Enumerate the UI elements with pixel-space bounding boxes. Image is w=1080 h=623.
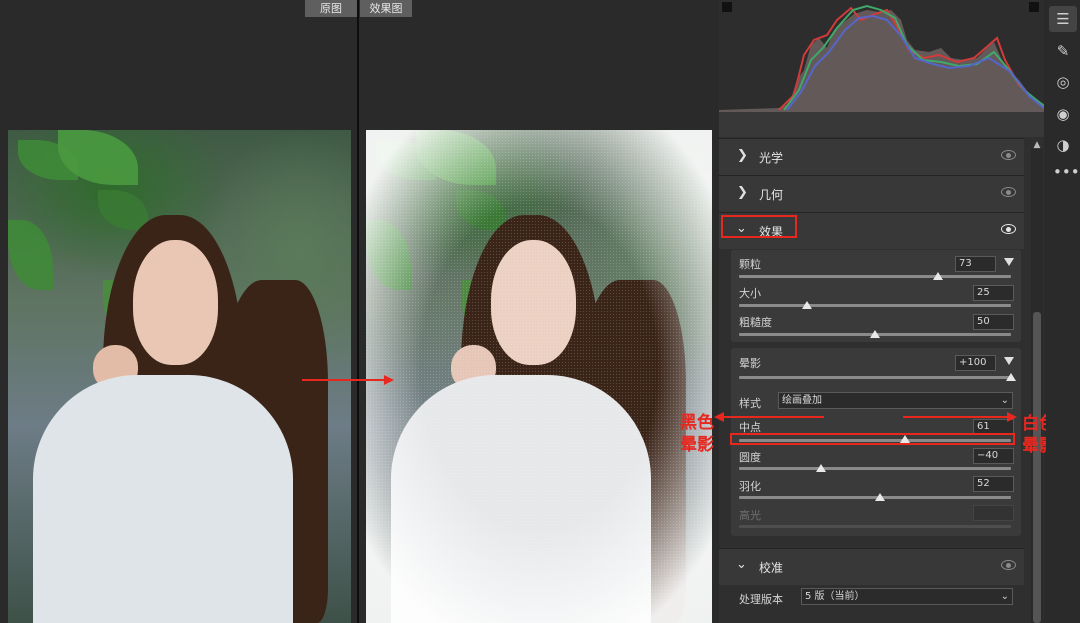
process-version-select[interactable]: 5 版（当前） ⌄ bbox=[801, 588, 1013, 605]
presets-icon[interactable]: ◑ bbox=[1053, 135, 1073, 155]
chevron-down-icon: ⌄ bbox=[736, 557, 747, 572]
grain-amount-value[interactable]: 73 bbox=[955, 256, 996, 272]
eye-icon[interactable] bbox=[1001, 224, 1016, 234]
vignette-style-select[interactable]: 绘画叠加 ⌄ bbox=[778, 392, 1013, 409]
section-optics[interactable]: ❯ 光学 bbox=[719, 138, 1024, 175]
panel-scrollbar-thumb[interactable] bbox=[1033, 312, 1041, 623]
grain-amount-label: 颗粒 bbox=[739, 258, 761, 271]
histogram bbox=[719, 0, 1044, 112]
chevron-down-icon: ⌄ bbox=[1000, 591, 1009, 602]
section-optics-label: 光学 bbox=[759, 151, 784, 165]
red-eye-icon[interactable]: ◉ bbox=[1053, 104, 1073, 124]
vignette-roundness-value[interactable]: −40 bbox=[973, 448, 1014, 464]
grain-size-label: 大小 bbox=[739, 287, 761, 300]
section-geometry-label: 几何 bbox=[759, 188, 784, 202]
white-vignette-arrow bbox=[903, 412, 1017, 422]
process-version-value: 5 版（当前） bbox=[805, 591, 865, 602]
eye-icon[interactable] bbox=[1001, 560, 1016, 570]
eye-icon[interactable] bbox=[1001, 187, 1016, 197]
compare-divider[interactable] bbox=[357, 0, 359, 623]
vignette-amount-value[interactable]: +100 bbox=[955, 355, 996, 371]
eye-icon[interactable] bbox=[1001, 150, 1016, 160]
black-vignette-arrow bbox=[714, 412, 824, 422]
more-icon[interactable]: ••• bbox=[1053, 162, 1080, 182]
grain-roughness-thumb[interactable] bbox=[870, 330, 880, 338]
grain-roughness-value[interactable]: 50 bbox=[973, 314, 1014, 330]
chevron-right-icon: ❯ bbox=[737, 185, 748, 200]
vignette-style-value: 绘画叠加 bbox=[782, 395, 822, 406]
process-version-label: 处理版本 bbox=[739, 593, 783, 606]
shadow-clipping-icon[interactable] bbox=[722, 2, 732, 12]
grain-roughness-label: 粗糙度 bbox=[739, 316, 772, 329]
grain-amount-thumb[interactable] bbox=[932, 272, 943, 280]
vignette-highlights-value bbox=[973, 505, 1014, 521]
mask-icon[interactable]: ◎ bbox=[1053, 72, 1073, 92]
grain-expand-icon[interactable] bbox=[1004, 258, 1014, 266]
section-calibration-label: 校准 bbox=[759, 561, 784, 575]
vignette-feather-value[interactable]: 52 bbox=[973, 476, 1014, 492]
effect-photo bbox=[366, 130, 712, 623]
vignette-amount-slider[interactable] bbox=[739, 376, 1011, 379]
sliders-icon[interactable]: ☰ bbox=[1053, 9, 1073, 29]
grain-size-thumb[interactable] bbox=[802, 301, 812, 309]
vignette-roundness-label: 圆度 bbox=[739, 451, 761, 464]
vignette-style-label: 样式 bbox=[739, 397, 761, 410]
highlight-clipping-icon[interactable] bbox=[1029, 2, 1039, 12]
black-vignette-annotation: 黑色 晕影 bbox=[680, 413, 714, 455]
vignette-feather-label: 羽化 bbox=[739, 480, 761, 493]
vignette-highlights-slider bbox=[739, 525, 1011, 528]
vignette-amount-label: 晕影 bbox=[739, 357, 761, 370]
effects-highlight-box bbox=[721, 215, 797, 238]
vignette-roundness-slider[interactable] bbox=[739, 467, 1011, 470]
scroll-up-icon[interactable]: ▲ bbox=[1031, 140, 1043, 150]
section-calibration[interactable]: ⌄ 校准 bbox=[719, 548, 1024, 585]
grain-amount-slider[interactable] bbox=[739, 275, 1011, 278]
vignette-expand-icon[interactable] bbox=[1004, 357, 1014, 365]
grain-size-slider[interactable] bbox=[739, 304, 1011, 307]
healing-icon[interactable]: ✎ bbox=[1053, 41, 1073, 61]
vignette-highlights-label: 高光 bbox=[739, 509, 761, 522]
section-geometry[interactable]: ❯ 几何 bbox=[719, 175, 1024, 212]
tab-original[interactable]: 原图 bbox=[305, 0, 357, 17]
chevron-right-icon: ❯ bbox=[737, 148, 748, 163]
histogram-info-bar bbox=[719, 112, 1044, 137]
tool-strip bbox=[1046, 0, 1080, 623]
tab-effect[interactable]: 效果图 bbox=[360, 0, 412, 17]
chevron-down-icon: ⌄ bbox=[1000, 395, 1009, 406]
vignette-roundness-thumb[interactable] bbox=[815, 464, 826, 472]
grain-size-value[interactable]: 25 bbox=[973, 285, 1014, 301]
compare-arrow bbox=[302, 375, 394, 385]
vignette-amount-thumb[interactable] bbox=[1006, 373, 1016, 381]
midpoint-highlight-box bbox=[730, 433, 1015, 445]
vignette-feather-thumb[interactable] bbox=[875, 493, 886, 501]
